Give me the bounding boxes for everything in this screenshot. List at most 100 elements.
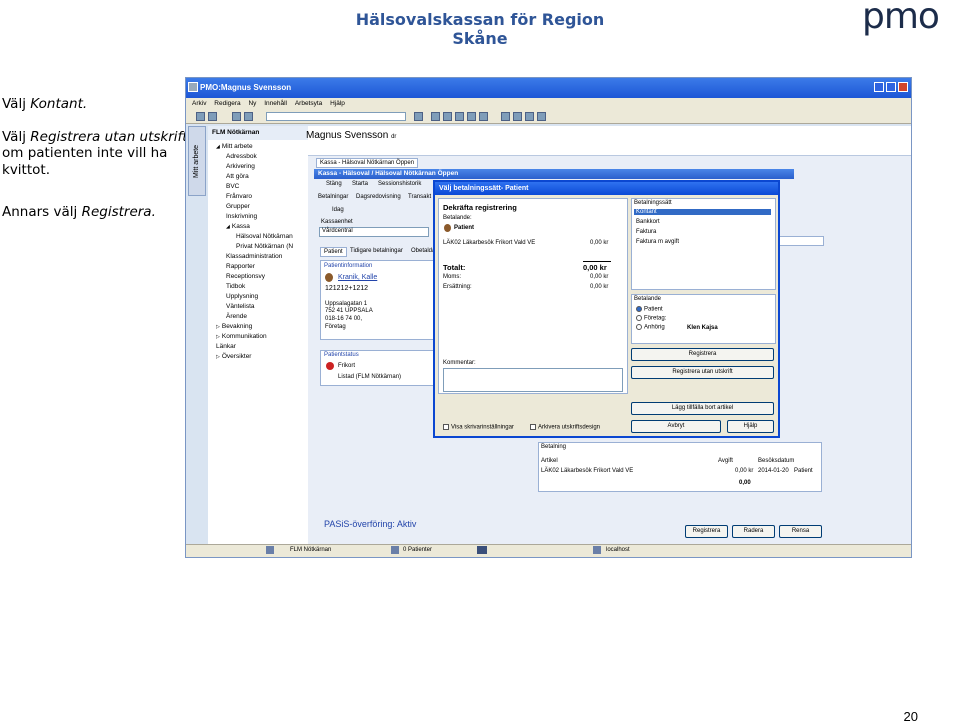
check-visa-skrivare[interactable]: Visa skrivarinställningar [443, 424, 514, 431]
toolbar-print-icon[interactable] [513, 112, 522, 121]
tree-item[interactable]: Ärende [208, 312, 308, 322]
tree-item-label: Rapporter [226, 263, 255, 270]
toolbar-search-input[interactable] [266, 112, 406, 121]
tree-item[interactable]: Upplysning [208, 292, 308, 302]
tree-item-label: Receptionsvy [226, 273, 266, 280]
radio-patient[interactable]: Patient [636, 306, 663, 313]
today-button[interactable]: Idag [332, 207, 344, 213]
kassaenhet-label: Kassaenhet [321, 219, 353, 225]
tree-item[interactable]: Frånvaro [208, 192, 308, 202]
tree-expander-icon[interactable]: ◢ [226, 224, 230, 230]
tree-item[interactable]: Hälsoval Nötkärnan [208, 232, 308, 242]
tree-item-label: Ärende [226, 313, 247, 320]
anhorig-name: Klen Kajsa [687, 325, 718, 331]
subtab-starta[interactable]: Starta [352, 181, 368, 187]
maximize-button[interactable] [886, 82, 896, 92]
tree-item[interactable]: Rapporter [208, 262, 308, 272]
menu-hjalp[interactable]: Hjälp [330, 100, 345, 107]
tree-item[interactable]: ▷ Bevakning [208, 322, 308, 332]
toolbar-grid-icon[interactable] [431, 112, 440, 121]
section-dagsredovisning[interactable]: Dagsredovisning [356, 194, 401, 200]
minimize-button[interactable] [874, 82, 884, 92]
tab-kassa[interactable]: Kassa - Hälsoval Nötkärnan Öppen [316, 158, 419, 168]
totalt-label: Totalt: [443, 263, 466, 272]
lagg-till-artikel-button[interactable]: Lägg tillfälla bort artikel [631, 402, 774, 415]
menu-innehall[interactable]: Innehåll [264, 100, 287, 107]
hjalp-button[interactable]: Hjälp [727, 420, 774, 433]
tree-item[interactable]: Inskrivning [208, 212, 308, 222]
tree-item[interactable]: Länkar [208, 342, 308, 352]
toolbar-list-icon[interactable] [455, 112, 464, 121]
moms-label: Moms: [443, 274, 461, 280]
kassa-rensa-button[interactable]: Rensa [779, 525, 822, 538]
registrera-button[interactable]: Registrera [631, 348, 774, 361]
option-faktura-m-avgift[interactable]: Faktura m avgift [636, 239, 679, 245]
toolbar-calendar-icon[interactable] [232, 112, 241, 121]
registrera-utan-utskrift-button[interactable]: Registrera utan utskrift [631, 366, 774, 379]
tree-item-label: Översikter [221, 353, 252, 360]
tree-expander-icon[interactable]: ▷ [216, 334, 220, 340]
menu-arbetsyta[interactable]: Arbetsyta [295, 100, 322, 107]
row-datum: 2014-01-20 [758, 468, 789, 474]
menu-ny[interactable]: Ny [248, 100, 256, 107]
tab-mitt-arbete[interactable]: Mitt arbete [188, 126, 206, 196]
toolbar-chart-icon[interactable] [479, 112, 488, 121]
tree-item[interactable]: ◢ Mitt arbete [208, 142, 308, 152]
radio-anhorig[interactable]: Anhörig [636, 324, 665, 331]
close-button[interactable] [898, 82, 908, 92]
tree-item[interactable]: Receptionsvy [208, 272, 308, 282]
tree-item[interactable]: Väntelista [208, 302, 308, 312]
avbryt-button[interactable]: Avbryt [631, 420, 721, 433]
toolbar-table-icon[interactable] [443, 112, 452, 121]
kassaenhet-select[interactable]: Vårdcentral [319, 227, 429, 237]
tree-item[interactable]: Adressbok [208, 152, 308, 162]
menu-arkiv[interactable]: Arkiv [192, 100, 206, 107]
tree-item[interactable]: Grupper [208, 202, 308, 212]
status-host: localhost [606, 547, 630, 553]
toolbar-doc-icon[interactable] [244, 112, 253, 121]
tree-item[interactable]: ▷ Kommunikation [208, 332, 308, 342]
toolbar-mail-icon[interactable] [208, 112, 217, 121]
betalande-label: Betalande: [443, 215, 472, 221]
toolbar-help-icon[interactable] [537, 112, 546, 121]
kommentar-input[interactable] [443, 368, 623, 392]
tree-expander-icon[interactable]: ▷ [216, 324, 220, 330]
tab-patient[interactable]: Patient [320, 247, 347, 257]
tree-item[interactable]: ◢ Kassa [208, 222, 308, 232]
ersattning-label: Ersättning: [443, 284, 472, 290]
kassa-registrera-button[interactable]: Registrera [685, 525, 728, 538]
kassa-radera-button[interactable]: Radera [732, 525, 775, 538]
tree-item[interactable]: ▷ Översikter [208, 352, 308, 362]
tree-expander-icon[interactable]: ▷ [216, 354, 220, 360]
tree-expander-icon[interactable]: ◢ [216, 144, 220, 150]
row-total: 0,00 [739, 480, 751, 486]
app-screenshot: PMO:Magnus Svensson Arkiv Redigera Ny In… [185, 77, 912, 558]
tree-item[interactable]: Klassadministration [208, 252, 308, 262]
section-transakt[interactable]: Transakt [408, 194, 431, 200]
patient-name-link[interactable]: Kranik, Kalle [338, 274, 377, 281]
betalningssatt-dialog: Välj betalningssätt- Patient Dekräfta re… [433, 180, 780, 438]
menu-redigera[interactable]: Redigera [214, 100, 240, 107]
toolbar-home-icon[interactable] [196, 112, 205, 121]
toolbar-settings-icon[interactable] [525, 112, 534, 121]
tree-item[interactable]: Arkivering [208, 162, 308, 172]
patientinfo-title: Patientinformation [324, 263, 373, 269]
tree-item[interactable]: Tidbok [208, 282, 308, 292]
toolbar-users-icon[interactable] [467, 112, 476, 121]
subtab-sessionshistorik[interactable]: Sessionshistorik [378, 181, 421, 187]
subtab-stang[interactable]: Stäng [326, 181, 342, 187]
toolbar-link-icon[interactable] [501, 112, 510, 121]
patient-phone: 018-16 74 00, [325, 316, 363, 322]
link-icon [477, 546, 487, 554]
tree-item[interactable]: Privat Nötkärnan (N [208, 242, 308, 252]
toolbar-refresh-icon[interactable] [414, 112, 423, 121]
option-bankkort[interactable]: Bankkort [636, 219, 660, 225]
check-arkivera[interactable]: Arkivera utskriftsdesign [530, 424, 600, 431]
tree-item[interactable]: Att göra [208, 172, 308, 182]
tab-tidigare-betalningar[interactable]: Tidigare betalningar [347, 247, 406, 255]
radio-foretag[interactable]: Företag: [636, 315, 666, 322]
option-faktura[interactable]: Faktura [636, 229, 656, 235]
option-kontant[interactable]: Kontant [634, 209, 771, 215]
section-betalningar[interactable]: Betalningar [318, 194, 348, 200]
tree-item[interactable]: BVC [208, 182, 308, 192]
